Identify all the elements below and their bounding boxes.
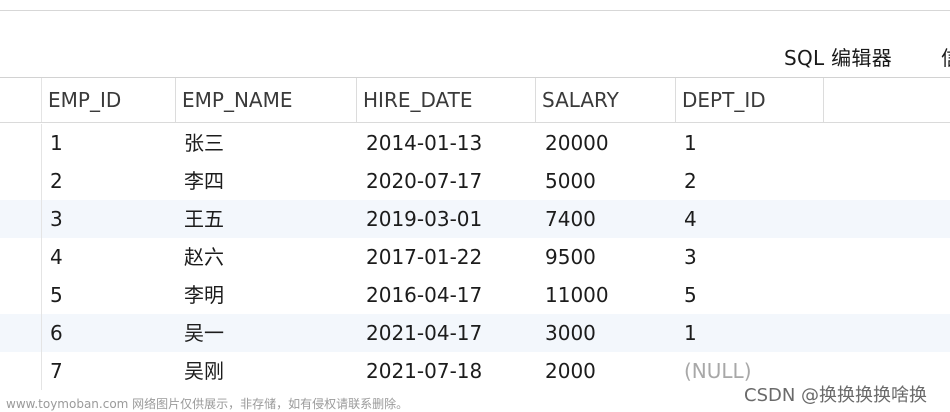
cell-hire-date[interactable]: 2019-03-01 [366,200,482,238]
table-row[interactable]: 3 王五 2019-03-01 7400 4 [0,200,950,238]
cell-hire-date[interactable]: 2021-04-17 [366,314,482,352]
table-row[interactable]: 6 吴一 2021-04-17 3000 1 [0,314,950,352]
column-header-emp-id[interactable]: EMP_ID [42,78,176,122]
toolbar: SQL 编辑器 信 [0,11,950,77]
row-gutter[interactable] [0,124,42,162]
cell-emp-name[interactable]: 王五 [184,200,224,238]
table-row[interactable]: 5 李明 2016-04-17 11000 5 [0,276,950,314]
cell-salary[interactable]: 9500 [545,238,596,276]
sql-editor-tab[interactable]: SQL 编辑器 [784,42,892,71]
cell-salary[interactable]: 3000 [545,314,596,352]
row-gutter[interactable] [0,352,42,390]
cell-hire-date[interactable]: 2017-01-22 [366,238,482,276]
next-tab-partial[interactable]: 信 [941,42,950,71]
row-gutter[interactable] [0,162,42,200]
cell-emp-id[interactable]: 1 [50,124,63,162]
column-header-dept-id[interactable]: DEPT_ID [676,78,824,122]
cell-dept-id[interactable]: 3 [684,238,697,276]
table-row[interactable]: 4 赵六 2017-01-22 9500 3 [0,238,950,276]
cell-dept-id[interactable]: 1 [684,124,697,162]
cell-hire-date[interactable]: 2021-07-18 [366,352,482,390]
cell-dept-id[interactable]: (NULL) [684,352,752,390]
table-row[interactable]: 2 李四 2020-07-17 5000 2 [0,162,950,200]
cell-salary[interactable]: 5000 [545,162,596,200]
row-gutter[interactable] [0,200,42,238]
row-gutter[interactable] [0,314,42,352]
app-window: SQL 编辑器 信 EMP_ID EMP_NAME HIRE_DATE SALA… [0,0,950,412]
result-grid[interactable]: EMP_ID EMP_NAME HIRE_DATE SALARY DEPT_ID… [0,78,950,412]
cell-salary[interactable]: 20000 [545,124,609,162]
cell-dept-id[interactable]: 5 [684,276,697,314]
cell-hire-date[interactable]: 2020-07-17 [366,162,482,200]
cell-emp-name[interactable]: 李四 [184,162,224,200]
cell-emp-id[interactable]: 6 [50,314,63,352]
cell-emp-name[interactable]: 赵六 [184,238,224,276]
cell-dept-id[interactable]: 1 [684,314,697,352]
cell-emp-name[interactable]: 吴一 [184,314,224,352]
cell-salary[interactable]: 7400 [545,200,596,238]
cell-emp-id[interactable]: 2 [50,162,63,200]
cell-emp-id[interactable]: 3 [50,200,63,238]
column-header-emp-name[interactable]: EMP_NAME [176,78,357,122]
row-gutter[interactable] [0,238,42,276]
cell-emp-name[interactable]: 张三 [184,124,224,162]
cell-hire-date[interactable]: 2014-01-13 [366,124,482,162]
cell-salary[interactable]: 2000 [545,352,596,390]
cell-emp-id[interactable]: 5 [50,276,63,314]
grid-header-row: EMP_ID EMP_NAME HIRE_DATE SALARY DEPT_ID [0,78,950,123]
cell-emp-id[interactable]: 4 [50,238,63,276]
table-row[interactable]: 1 张三 2014-01-13 20000 1 [0,124,950,162]
header-gutter [0,78,42,122]
column-header-hire-date[interactable]: HIRE_DATE [357,78,536,122]
cell-dept-id[interactable]: 2 [684,162,697,200]
cell-emp-id[interactable]: 7 [50,352,63,390]
column-header-salary[interactable]: SALARY [536,78,676,122]
cell-emp-name[interactable]: 李明 [184,276,224,314]
watermark-text: www.toymoban.com 网络图片仅供展示，非存储，如有侵权请联系删除。 [6,397,409,411]
cell-hire-date[interactable]: 2016-04-17 [366,276,482,314]
cell-emp-name[interactable]: 吴刚 [184,352,224,390]
csdn-watermark: CSDN @换换换换啥换 [744,385,928,406]
cell-dept-id[interactable]: 4 [684,200,697,238]
cell-salary[interactable]: 11000 [545,276,609,314]
row-gutter[interactable] [0,276,42,314]
